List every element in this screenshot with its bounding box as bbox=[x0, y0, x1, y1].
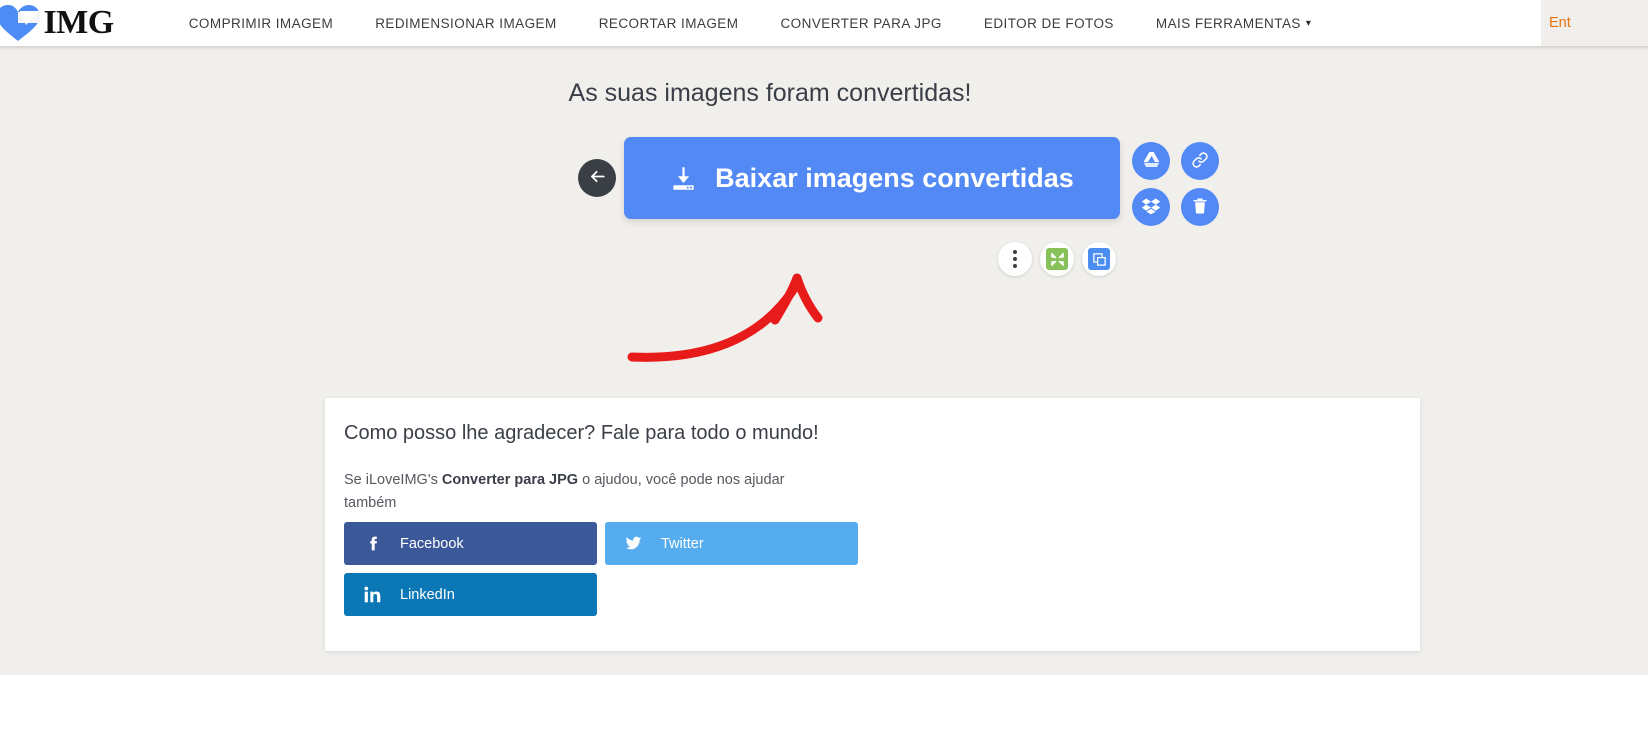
link-icon bbox=[1191, 151, 1209, 172]
google-drive-icon bbox=[1142, 150, 1161, 172]
card-sub-bold: Converter para JPG bbox=[441, 472, 579, 488]
share-facebook-label: Facebook bbox=[400, 535, 464, 552]
social-row-1: Facebook Twitter bbox=[344, 522, 858, 565]
resize-icon bbox=[1088, 248, 1110, 270]
ilovimg-logo[interactable]: I IMG bbox=[0, 0, 114, 46]
share-facebook-button[interactable]: Facebook bbox=[344, 522, 597, 565]
delete-button[interactable] bbox=[1181, 188, 1219, 226]
nav-item-recortar[interactable]: RECORTAR IMAGEM bbox=[578, 16, 760, 31]
page-root: I IMG COMPRIMIR IMAGEM REDIMENSIONAR IMA… bbox=[0, 0, 1648, 745]
nav-label: COMPRIMIR IMAGEM bbox=[188, 15, 334, 31]
header-shadow bbox=[0, 46, 1648, 50]
side-action-icons bbox=[1132, 142, 1223, 226]
card-title: Como posso lhe agradecer? Fale para todo… bbox=[344, 422, 819, 444]
site-header: I IMG COMPRIMIR IMAGEM REDIMENSIONAR IMA… bbox=[0, 0, 1540, 46]
resize-image-button[interactable] bbox=[1082, 242, 1116, 276]
login-panel: Ent bbox=[1541, 0, 1648, 46]
download-row: Baixar imagens convertidas bbox=[0, 137, 1540, 232]
nav-item-converter-jpg[interactable]: CONVERTER PARA JPG bbox=[759, 16, 962, 31]
arrow-left-icon bbox=[588, 167, 607, 189]
card-subtitle: Se iLoveIMG's Converter para JPG o ajudo… bbox=[344, 469, 814, 515]
page-bottom-spacer bbox=[0, 675, 1648, 745]
login-link[interactable]: Ent bbox=[1549, 15, 1571, 31]
compress-image-button[interactable] bbox=[1040, 242, 1074, 276]
chevron-down-icon: ▾ bbox=[1305, 17, 1312, 29]
nav-label: MAIS FERRAMENTAS bbox=[1155, 15, 1301, 31]
nav-item-comprimir[interactable]: COMPRIMIR IMAGEM bbox=[168, 16, 354, 31]
social-share-group: Facebook Twitter LinkedIn bbox=[344, 522, 858, 624]
nav-item-editor-fotos[interactable]: EDITOR DE FOTOS bbox=[963, 16, 1135, 31]
twitter-icon bbox=[605, 535, 661, 552]
more-vertical-icon bbox=[1013, 250, 1017, 268]
save-to-google-drive-button[interactable] bbox=[1132, 142, 1170, 180]
facebook-icon bbox=[344, 535, 400, 552]
linkedin-icon bbox=[344, 586, 400, 603]
share-linkedin-label: LinkedIn bbox=[400, 586, 455, 603]
secondary-action-row bbox=[998, 242, 1116, 276]
thank-you-card: Como posso lhe agradecer? Fale para todo… bbox=[325, 398, 1420, 651]
nav-label: RECORTAR IMAGEM bbox=[598, 15, 739, 31]
download-button-label: Baixar imagens convertidas bbox=[715, 162, 1074, 193]
trash-icon bbox=[1191, 197, 1209, 218]
social-row-2: LinkedIn bbox=[344, 573, 858, 616]
nav-item-redimensionar[interactable]: REDIMENSIONAR IMAGEM bbox=[354, 16, 578, 31]
dropbox-icon bbox=[1141, 196, 1161, 219]
back-button[interactable] bbox=[578, 159, 616, 197]
share-twitter-button[interactable]: Twitter bbox=[605, 522, 858, 565]
nav-label: CONVERTER PARA JPG bbox=[780, 15, 942, 31]
main-nav: COMPRIMIR IMAGEM REDIMENSIONAR IMAGEM RE… bbox=[168, 16, 1333, 31]
share-twitter-label: Twitter bbox=[661, 535, 704, 552]
share-linkedin-button[interactable]: LinkedIn bbox=[344, 573, 597, 616]
logo-suffix: IMG bbox=[43, 4, 114, 41]
more-options-button[interactable] bbox=[998, 242, 1032, 276]
download-converted-images-button[interactable]: Baixar imagens convertidas bbox=[624, 137, 1120, 219]
heart-icon bbox=[0, 3, 43, 43]
main-content: As suas imagens foram convertidas! Baixa… bbox=[0, 46, 1648, 675]
download-icon bbox=[670, 165, 697, 192]
nav-label: REDIMENSIONAR IMAGEM bbox=[375, 15, 557, 31]
compress-icon bbox=[1046, 248, 1068, 270]
nav-item-mais-ferramentas[interactable]: MAIS FERRAMENTAS ▾ bbox=[1135, 16, 1332, 31]
copy-link-button[interactable] bbox=[1181, 142, 1219, 180]
page-title: As suas imagens foram convertidas! bbox=[568, 79, 972, 107]
nav-label: EDITOR DE FOTOS bbox=[983, 15, 1114, 31]
save-to-dropbox-button[interactable] bbox=[1132, 188, 1170, 226]
card-sub-prefix: Se iLoveIMG's bbox=[344, 472, 442, 488]
